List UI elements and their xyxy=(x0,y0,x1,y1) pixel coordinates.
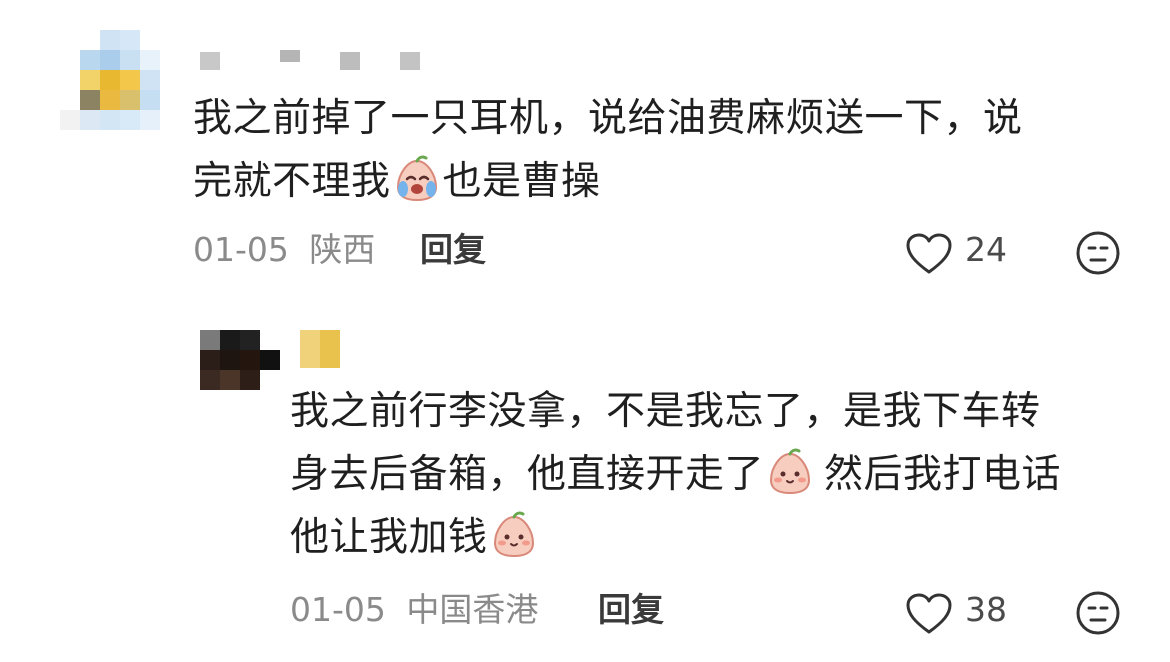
heart-icon xyxy=(905,592,953,636)
heart-icon xyxy=(905,232,953,276)
reply-meta: 01-05 中国香港 xyxy=(290,590,538,630)
blushing-face-emoji-icon xyxy=(766,448,814,496)
comment-text: 我之前掉了一只耳机，说给油费麻烦送一下，说 完就不理我 也是曹操 xyxy=(193,87,1153,213)
avatar[interactable] xyxy=(60,30,160,130)
comment-line: 我之前掉了一只耳机，说给油费麻烦送一下，说 xyxy=(193,96,1023,141)
reply-like-button[interactable]: 38 xyxy=(905,590,1015,638)
reply-avatar[interactable] xyxy=(200,330,280,390)
comment-meta: 01-05 陕西 xyxy=(193,230,375,270)
comment-date: 01-05 xyxy=(193,230,289,269)
crying-face-emoji-icon xyxy=(393,155,441,203)
reply-line: 我之前行李没拿，不是我忘了，是我下车转 xyxy=(290,389,1041,434)
blushing-face-emoji-icon xyxy=(490,511,538,559)
reply-location: 中国香港 xyxy=(406,590,539,629)
reply-text: 我之前行李没拿，不是我忘了，是我下车转 身去后备箱，他直接开走了 然后我打电话 … xyxy=(290,380,1150,569)
dislike-face-icon[interactable] xyxy=(1075,590,1121,636)
like-count: 24 xyxy=(965,230,1007,269)
reply-line: 身去后备箱，他直接开走了 然后我打电话 xyxy=(290,443,1150,506)
reply-line: 他让我加钱 xyxy=(290,506,1150,569)
comment-location: 陕西 xyxy=(309,230,376,269)
comment-line: 完就不理我 也是曹操 xyxy=(193,150,1153,213)
dislike-face-icon[interactable] xyxy=(1075,230,1121,276)
reply-to-reply-button[interactable]: 回复 xyxy=(598,590,664,630)
reply-button[interactable]: 回复 xyxy=(420,230,486,270)
reply-like-count: 38 xyxy=(965,590,1007,629)
like-button[interactable]: 24 xyxy=(905,230,1015,278)
reply-date: 01-05 xyxy=(290,590,386,629)
